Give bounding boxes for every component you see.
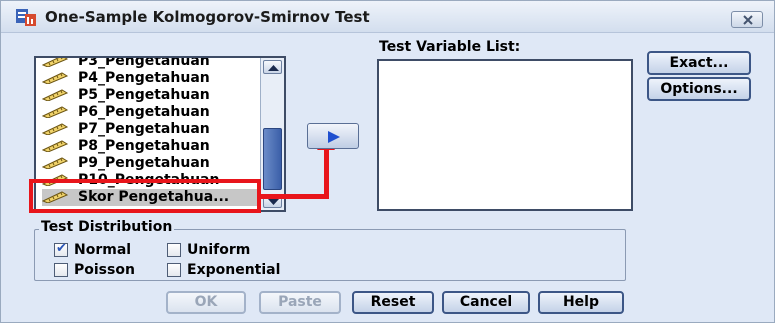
variable-label: P6_Pengetahuan xyxy=(78,104,210,120)
variable-list-item[interactable]: P4_Pengetahuan xyxy=(42,70,266,87)
checkbox-box xyxy=(167,263,181,277)
variable-list-item[interactable]: P6_Pengetahuan xyxy=(42,104,266,121)
poisson-label: Poisson xyxy=(74,262,135,278)
ks-test-dialog: One-Sample Kolmogorov-Smirnov Test P3_Pe… xyxy=(0,0,775,323)
test-variable-list[interactable] xyxy=(377,59,633,211)
exponential-label: Exponential xyxy=(187,262,281,278)
variable-label: P9_Pengetahuan xyxy=(78,155,210,171)
variable-list-item[interactable]: P9_Pengetahuan xyxy=(42,155,266,172)
scale-variable-icon xyxy=(42,140,68,152)
options-button[interactable]: Options... xyxy=(647,77,751,101)
normal-label: Normal xyxy=(74,242,132,258)
scale-variable-icon xyxy=(42,89,68,101)
title-bar: One-Sample Kolmogorov-Smirnov Test xyxy=(1,1,774,33)
scale-variable-icon xyxy=(42,106,68,118)
reset-button[interactable]: Reset xyxy=(352,291,434,314)
scroll-thumb[interactable] xyxy=(263,128,282,190)
close-icon xyxy=(743,15,753,25)
checkbox-box xyxy=(54,263,68,277)
variable-label: P3_Pengetahuan xyxy=(78,56,210,69)
variable-label: P5_Pengetahuan xyxy=(78,87,210,103)
checkbox-box: ✔ xyxy=(54,241,68,257)
uniform-label: Uniform xyxy=(187,242,251,258)
variable-list-item[interactable]: P3_Pengetahuan xyxy=(42,56,266,70)
vertical-scrollbar[interactable] xyxy=(260,58,284,210)
cancel-button[interactable]: Cancel xyxy=(442,291,530,314)
selection-highlight xyxy=(29,179,261,213)
variable-label: P8_Pengetahuan xyxy=(78,138,210,154)
chevron-up-icon xyxy=(268,65,279,71)
variable-label: P7_Pengetahuan xyxy=(78,121,210,137)
close-button[interactable] xyxy=(731,11,763,28)
move-variable-button[interactable] xyxy=(307,123,359,149)
annotation-arrow-horizontal xyxy=(261,194,329,199)
checkbox-box xyxy=(167,243,181,257)
help-button[interactable]: Help xyxy=(538,291,624,314)
variable-list-item[interactable]: P7_Pengetahuan xyxy=(42,121,266,138)
scale-variable-icon xyxy=(42,72,68,84)
scale-variable-icon xyxy=(42,157,68,169)
spss-app-icon xyxy=(16,9,36,26)
variable-list-item[interactable]: P8_Pengetahuan xyxy=(42,138,266,155)
window-title: One-Sample Kolmogorov-Smirnov Test xyxy=(45,8,370,26)
variable-list-item[interactable]: P5_Pengetahuan xyxy=(42,87,266,104)
scroll-up-button[interactable] xyxy=(263,60,282,74)
annotation-arrow-vertical xyxy=(324,147,329,199)
variable-label: P4_Pengetahuan xyxy=(78,70,210,86)
test-distribution-legend: Test Distribution xyxy=(39,219,175,235)
exact-button[interactable]: Exact... xyxy=(647,51,751,75)
scale-variable-icon xyxy=(42,123,68,135)
right-arrow-icon xyxy=(328,131,340,143)
paste-button[interactable]: Paste xyxy=(259,291,341,314)
test-variable-list-label: Test Variable List: xyxy=(379,39,521,55)
ok-button[interactable]: OK xyxy=(166,291,246,314)
scale-variable-icon xyxy=(42,58,68,67)
checkmark-icon: ✔ xyxy=(56,241,67,256)
